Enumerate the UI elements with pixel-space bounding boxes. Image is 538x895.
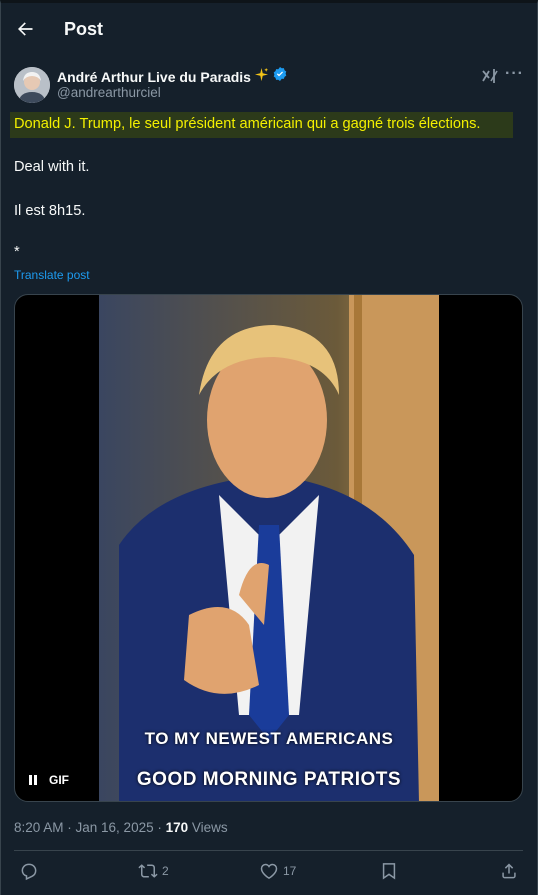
views-count: 170 <box>165 820 189 835</box>
post-text-highlighted: Donald J. Trump, le seul président améri… <box>14 116 481 132</box>
like-count: 17 <box>283 864 297 878</box>
post-author: André Arthur Live du Paradis @andrearthu… <box>14 65 526 105</box>
repost-icon <box>138 864 158 878</box>
repost-count: 2 <box>162 864 169 878</box>
heart-icon <box>260 863 278 880</box>
top-bar: Post <box>1 7 538 55</box>
author-name-row[interactable]: André Arthur Live du Paradis <box>57 66 288 87</box>
post-page: Post André Arthur Live du Paradis @andre… <box>0 0 538 895</box>
post-text-line: * <box>14 244 20 260</box>
post-text-line: Deal with it. <box>14 159 90 175</box>
share-icon <box>502 863 516 879</box>
gif-illustration <box>99 295 439 801</box>
page-title: Post <box>64 19 104 39</box>
grok-icon[interactable] <box>481 67 501 85</box>
gif-media[interactable]: TO MY NEWEST AMERICANS GOOD MORNING PATR… <box>14 294 523 802</box>
translate-post-link[interactable]: Translate post <box>14 268 90 282</box>
post-meta: 8:20 AM · Jan 16, 2025 · 170 Views <box>14 820 228 835</box>
bookmark-button[interactable] <box>379 861 399 881</box>
author-handle[interactable]: @andrearthurciel <box>57 85 161 100</box>
more-options-icon[interactable]: ··· <box>505 65 527 85</box>
repost-button[interactable]: 2 <box>138 861 169 881</box>
gif-caption-top: TO MY NEWEST AMERICANS <box>144 729 394 748</box>
share-button[interactable] <box>499 861 519 881</box>
sparkles-icon <box>254 67 269 87</box>
action-bar: 2 17 <box>1 861 538 885</box>
avatar[interactable] <box>14 67 50 103</box>
like-button[interactable]: 17 <box>259 861 296 881</box>
arrow-left-icon <box>18 22 33 36</box>
reply-icon <box>21 863 37 881</box>
bookmark-icon <box>382 863 396 880</box>
views-label: Views <box>188 820 228 835</box>
gif-image[interactable]: TO MY NEWEST AMERICANS GOOD MORNING PATR… <box>99 295 439 801</box>
reply-button[interactable] <box>19 861 39 881</box>
verified-badge-icon <box>272 66 288 87</box>
divider <box>14 850 523 851</box>
author-display-name[interactable]: André Arthur Live du Paradis <box>57 69 251 85</box>
gif-badge: GIF <box>49 773 69 787</box>
back-button[interactable] <box>13 17 37 41</box>
post-timestamp[interactable]: 8:20 AM · Jan 16, 2025 · <box>14 820 166 835</box>
gif-caption-bottom: GOOD MORNING PATRIOTS <box>136 769 402 790</box>
gif-controls: GIF <box>29 773 69 787</box>
post-text-line: Il est 8h15. <box>14 203 86 219</box>
pause-icon[interactable] <box>29 775 39 785</box>
